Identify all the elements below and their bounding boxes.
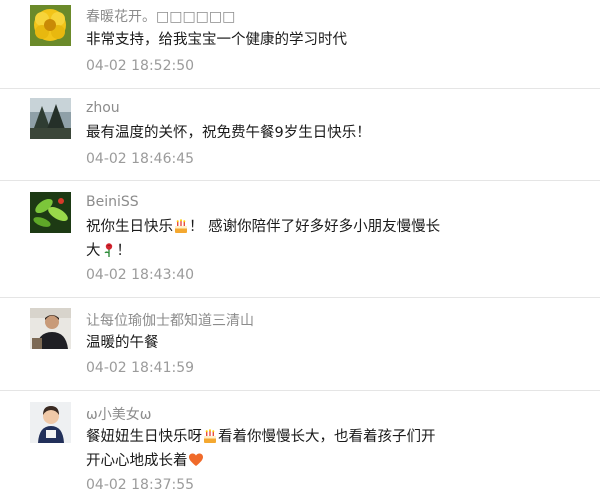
- comment-item: BeiniSS 祝你生日快乐 ！ 感谢你陪伴了好多好多小朋友慢慢长大 ！ 04-02…: [0, 181, 600, 298]
- comment-time: 04-02 18:52:50: [86, 58, 195, 74]
- comment-text-segment: 看着你慢慢长大，也看着孩子们开: [218, 429, 436, 445]
- comment-time: 04-02 18:41:59: [86, 360, 195, 376]
- comment-item: zhou 最有温度的关怀，祝免费午餐9岁生日快乐！ 04-02 18:46:45: [0, 89, 600, 181]
- comment-text-segment: 大: [86, 243, 101, 259]
- comment-text-segment: ！: [116, 243, 132, 259]
- comment-text-segment: 祝你生日快乐: [86, 219, 173, 235]
- green-leaves-avatar-icon: [30, 192, 71, 233]
- comment-time: 04-02 18:46:45: [86, 151, 195, 167]
- comment-nickname[interactable]: ω小美女ω: [86, 404, 151, 424]
- trees-photo-avatar-icon: [30, 98, 71, 139]
- avatar[interactable]: [30, 308, 71, 349]
- comment-item: ω小美女ω 餐妞妞生日快乐呀 看着你慢慢长大，也看着孩子们开开心心地成长着 04-…: [0, 391, 600, 503]
- comment-list: 春暖花开。□□□□□□ 非常支持，给我宝宝一个健康的学习时代 04-02 18:…: [0, 0, 600, 503]
- avatar[interactable]: [30, 98, 71, 139]
- comment-text: 非常支持，给我宝宝一个健康的学习时代: [86, 32, 347, 48]
- rose-icon: [103, 243, 112, 257]
- heart-icon: [188, 453, 203, 466]
- comment-time: 04-02 18:43:40: [86, 267, 195, 283]
- comment-text-segment: ！ 感谢你陪伴了好多好多小朋友慢慢长: [189, 219, 441, 235]
- child-photo-avatar-icon: [30, 402, 71, 443]
- person-photo-avatar-icon: [30, 308, 71, 349]
- avatar[interactable]: [30, 5, 71, 46]
- comment-nickname[interactable]: zhou: [86, 100, 120, 116]
- comment-text: 餐妞妞生日快乐呀 看着你慢慢长大，也看着孩子们开开心心地成长着: [86, 425, 446, 473]
- comment-item: 让每位瑜伽士都知道三清山 温暖的午餐 04-02 18:41:59: [0, 298, 600, 391]
- avatar[interactable]: [30, 402, 71, 443]
- comment-text-segment: 开心心地成长着: [86, 453, 188, 469]
- comment-nickname[interactable]: BeiniSS: [86, 194, 139, 210]
- comment-nickname[interactable]: 让每位瑜伽士都知道三清山: [86, 310, 254, 330]
- avatar[interactable]: [30, 192, 71, 233]
- comment-item: 春暖花开。□□□□□□ 非常支持，给我宝宝一个健康的学习时代 04-02 18:…: [0, 0, 600, 89]
- comment-nickname[interactable]: 春暖花开。□□□□□□: [86, 6, 235, 26]
- yellow-flower-avatar-icon: [30, 5, 71, 46]
- birthday-cake-icon: [175, 219, 187, 233]
- comment-text: 祝你生日快乐 ！ 感谢你陪伴了好多好多小朋友慢慢长大 ！: [86, 215, 446, 263]
- comment-time: 04-02 18:37:55: [86, 477, 195, 493]
- comment-text-segment: 餐妞妞生日快乐呀: [86, 429, 202, 445]
- birthday-cake-icon: [204, 429, 216, 443]
- comment-text: 最有温度的关怀，祝免费午餐9岁生日快乐！: [86, 125, 371, 141]
- comment-text: 温暖的午餐: [86, 335, 159, 351]
